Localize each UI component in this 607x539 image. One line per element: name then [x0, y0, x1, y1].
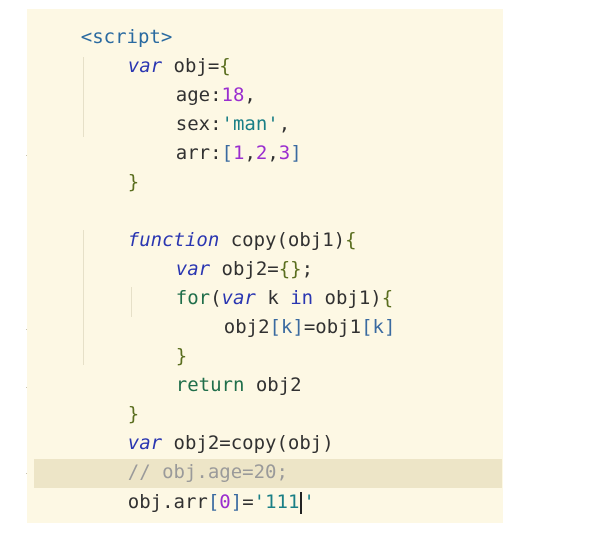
- code-line: obj2[k]=obj1[k]: [178, 284, 396, 338]
- code-text: =obj1: [303, 316, 362, 338]
- code-line: <script>: [35, 9, 173, 48]
- number-literal: 3: [278, 142, 291, 164]
- code-line: var obj={: [82, 23, 231, 77]
- number-literal: 1: [232, 142, 245, 164]
- bracket: ]: [290, 142, 302, 164]
- code-line: // obj.age=20;: [82, 429, 288, 483]
- code-line: function copy(obj1){: [82, 197, 357, 251]
- bracket-expr: [k]: [269, 316, 304, 338]
- code-line-partial: [55, 517, 101, 523]
- code-line: age:18,: [130, 52, 256, 106]
- code-text: obj2: [244, 374, 302, 396]
- code-line: }: [82, 139, 139, 193]
- code-line: sex:'man',: [130, 81, 290, 135]
- code-line: arr:[1,2,3]: [130, 110, 302, 164]
- code-line: }: [82, 371, 139, 425]
- code-line: obj.arr[0]='111 ': [82, 459, 315, 514]
- code-text: console.log(obj,obj2): [128, 520, 368, 523]
- code-text: obj2: [223, 316, 270, 338]
- code-editor[interactable]: <script> var obj={ age:18, sex:'man', ar…: [27, 9, 503, 523]
- code-line: return obj2: [130, 342, 302, 396]
- code-line: var obj2=copy(obj): [82, 400, 334, 454]
- code-text: ,: [244, 142, 256, 164]
- code-text: ,: [267, 142, 279, 164]
- code-line: }: [130, 313, 187, 367]
- bracket: [: [221, 142, 233, 164]
- editor-gutter: [0, 9, 31, 523]
- code-line: for(var k in obj1){: [130, 255, 393, 309]
- keyword: return: [175, 374, 245, 396]
- brace: }: [127, 171, 140, 193]
- number-literal: 2: [255, 142, 268, 164]
- code-line: console.log(obj,obj2): [82, 488, 368, 523]
- property-key: arr:: [175, 142, 222, 164]
- brace: {: [345, 229, 357, 251]
- code-line: var obj2={};: [130, 226, 313, 280]
- bracket-expr: [k]: [361, 316, 396, 338]
